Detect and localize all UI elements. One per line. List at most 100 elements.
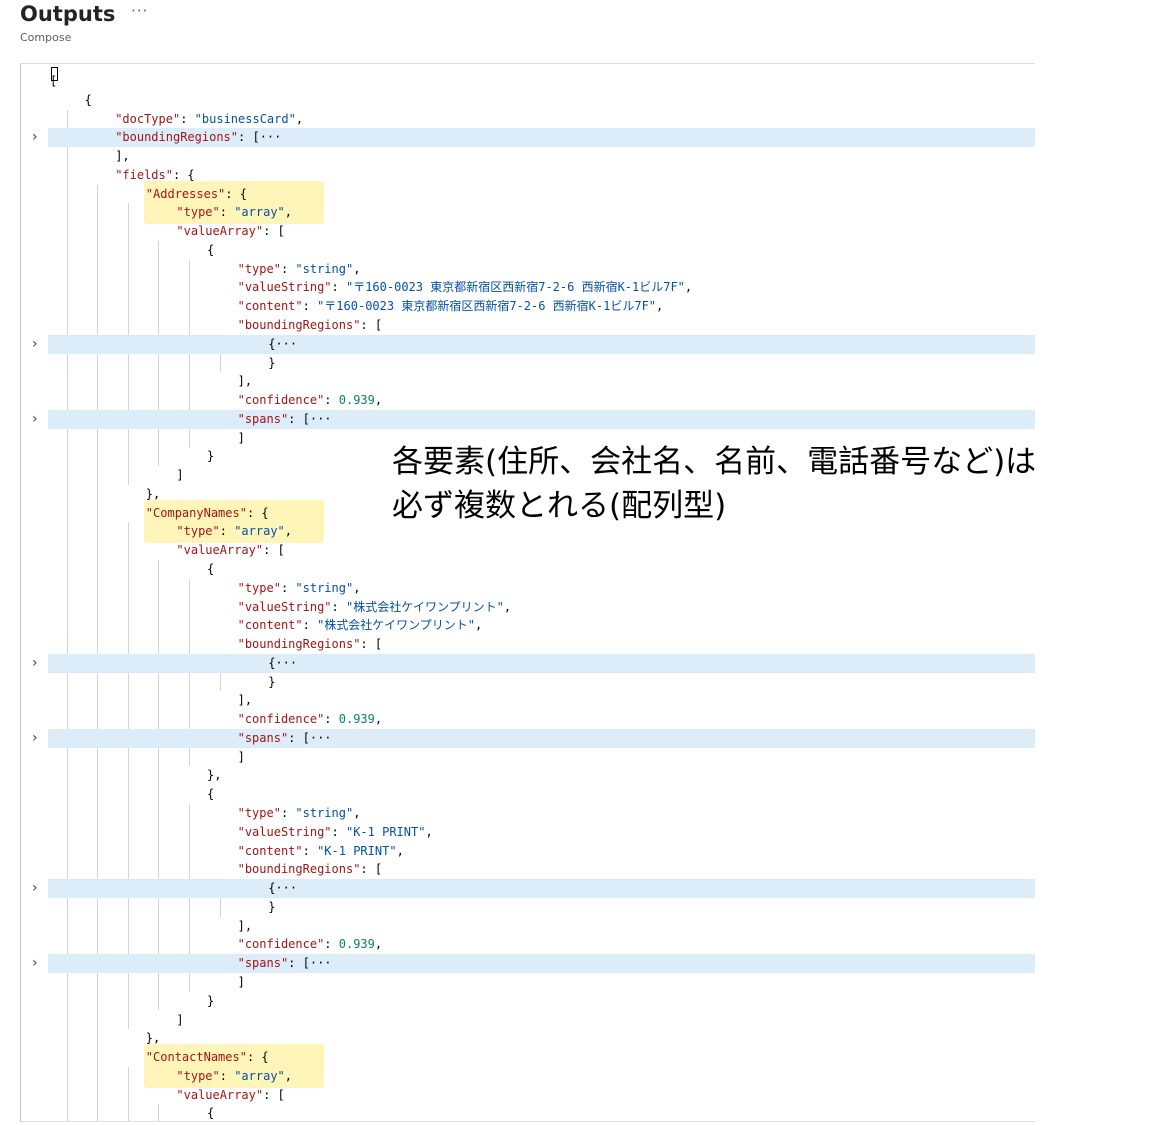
json-punctuation: : <box>324 393 339 408</box>
json-punctuation: ] <box>237 974 245 989</box>
json-punctuation: : <box>280 580 296 595</box>
json-punctuation: : <box>302 843 318 858</box>
code-line: ] <box>21 1011 1035 1030</box>
code-line: "valueArray": [ <box>21 541 1035 560</box>
json-punctuation: {··· <box>268 881 298 896</box>
code-line: "confidence": 0.939, <box>21 710 1035 729</box>
code-line: ], <box>21 691 1035 710</box>
code-text: { <box>207 241 214 260</box>
code-line: "fields": { <box>21 166 1035 185</box>
code-line: "content": "〒160-0023 東京都新宿区西新宿7-2-6 西新宿… <box>21 297 1035 316</box>
code-line: } <box>21 673 1035 692</box>
json-string: "string" <box>295 580 354 595</box>
code-line: "ContactNames": { <box>21 1048 1035 1067</box>
json-punctuation: : [ <box>263 224 285 239</box>
code-text: "Addresses": { <box>146 185 247 204</box>
code-text: { <box>207 785 214 804</box>
json-punctuation: ] <box>176 468 184 483</box>
json-key: "valueString" <box>237 824 332 839</box>
code-text: "confidence": 0.939, <box>238 391 383 410</box>
json-key: "ContactNames" <box>145 1050 247 1065</box>
json-key: "boundingRegions" <box>237 318 361 332</box>
code-text: "valueArray": [ <box>176 1086 284 1105</box>
fold-highlight-band <box>48 728 1035 748</box>
code-text: }, <box>207 766 221 785</box>
json-punctuation: {··· <box>268 655 298 670</box>
expand-chevron-icon[interactable]: › <box>32 954 38 973</box>
json-punctuation: : <box>219 524 235 539</box>
json-punctuation: , <box>284 524 293 539</box>
json-punctuation: : [ <box>360 637 383 652</box>
code-text: "boundingRegions": [ <box>238 316 383 335</box>
code-line: { <box>21 1104 1035 1121</box>
json-key: "CompanyNames" <box>145 505 247 520</box>
fold-highlight-band <box>48 334 1035 354</box>
code-line: "type": "string", <box>21 804 1035 823</box>
json-punctuation: , <box>503 599 512 614</box>
json-punctuation: : [··· <box>238 130 282 145</box>
code-line: "valueString": "K-1 PRINT", <box>21 823 1035 842</box>
action-name-label: Compose <box>20 31 72 44</box>
code-line: ], <box>21 917 1035 936</box>
json-punctuation: }, <box>145 486 161 501</box>
json-punctuation: : <box>302 299 318 314</box>
code-line: "Addresses": { <box>21 185 1035 204</box>
expand-chevron-icon[interactable]: › <box>32 879 38 898</box>
code-text: "content": "K-1 PRINT", <box>238 842 404 861</box>
code-line: [ <box>21 72 1035 91</box>
annotation-callout: 各要素(住所、会社名、名前、電話番号など)は 必ず複数とれる(配列型) <box>392 440 1036 528</box>
json-punctuation: : [ <box>263 1087 285 1102</box>
json-string: "K-1 PRINT" <box>345 824 426 839</box>
json-key: "type" <box>176 205 220 220</box>
json-punctuation: : <box>180 111 195 126</box>
json-punctuation: {··· <box>268 336 298 351</box>
code-line: "confidence": 0.939, <box>21 935 1035 954</box>
expand-chevron-icon[interactable]: › <box>32 410 38 429</box>
json-string: "K-1 PRINT" <box>317 843 397 858</box>
expand-chevron-icon[interactable]: › <box>32 654 38 673</box>
expand-chevron-icon[interactable]: › <box>32 729 38 748</box>
folded-code-line: › "spans": [··· <box>21 954 1035 973</box>
code-text: } <box>268 673 275 692</box>
code-text: "valueArray": [ <box>176 222 284 241</box>
code-line: "type": "string", <box>21 579 1035 598</box>
json-punctuation: : { <box>246 505 269 520</box>
expand-chevron-icon[interactable]: › <box>32 335 38 354</box>
json-punctuation: , <box>353 806 361 821</box>
json-punctuation: , <box>374 937 383 952</box>
json-punctuation: , <box>425 824 433 839</box>
code-line: } <box>21 354 1035 373</box>
code-line: { <box>21 91 1035 110</box>
code-line: ], <box>21 372 1035 391</box>
json-code-viewer[interactable]: [{"docType": "businessCard", › "boundingRe… <box>20 63 1035 1122</box>
annotation-line-1: 各要素(住所、会社名、名前、電話番号など)は <box>392 444 1037 480</box>
more-options-button[interactable]: ··· <box>131 2 148 20</box>
json-punctuation: : { <box>246 1050 269 1065</box>
folded-code-line: › {··· <box>21 653 1035 673</box>
json-punctuation: } <box>268 355 276 370</box>
code-text: } <box>207 447 214 466</box>
code-line: ] <box>21 748 1035 767</box>
expand-chevron-icon[interactable]: › <box>32 128 38 147</box>
code-text: ] <box>238 973 245 992</box>
code-text: ], <box>238 691 252 710</box>
code-line: "boundingRegions": [ <box>21 635 1035 654</box>
json-punctuation: } <box>207 449 215 464</box>
json-key: "fields" <box>115 167 173 182</box>
code-text: "docType": "businessCard", <box>115 110 303 129</box>
code-text: "boundingRegions": [ <box>238 860 383 879</box>
json-punctuation: , <box>353 580 361 595</box>
code-text: ], <box>238 917 252 936</box>
code-line: ] <box>21 973 1035 992</box>
json-key: "spans" <box>237 956 289 971</box>
code-text: ] <box>176 1011 183 1030</box>
code-text: "type": "string", <box>238 804 361 823</box>
json-punctuation: ] <box>237 430 245 445</box>
json-punctuation: : [··· <box>288 730 332 745</box>
code-text: {··· <box>268 335 297 354</box>
json-punctuation: ], <box>115 149 130 164</box>
json-punctuation: }, <box>145 1031 161 1046</box>
json-punctuation: , <box>284 205 293 220</box>
code-text: "boundingRegions": [··· <box>115 128 281 147</box>
json-key: "boundingRegions" <box>237 637 361 652</box>
